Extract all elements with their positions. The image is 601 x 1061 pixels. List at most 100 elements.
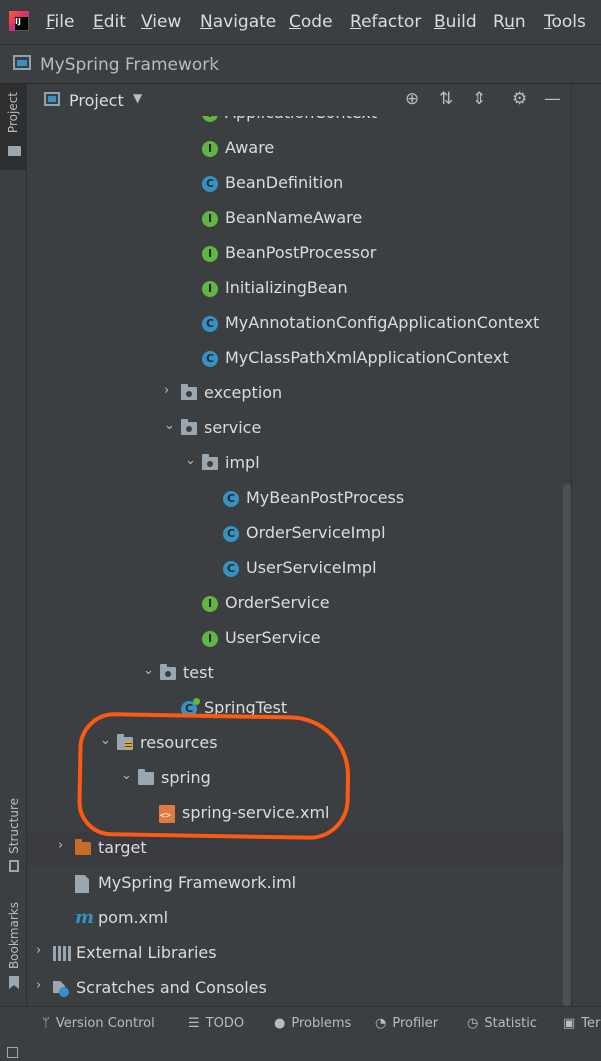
tree-item-label: impl (225, 453, 260, 472)
tree-row[interactable]: MySpring Framework.iml (27, 866, 571, 901)
tool-tab-todo[interactable]: ☰ TODO (188, 1016, 244, 1031)
collapse-all-icon[interactable]: ⇕ (472, 89, 486, 109)
project-module-icon (13, 55, 31, 70)
class-icon (202, 316, 218, 332)
tree-row[interactable]: ⌄ service (27, 411, 571, 446)
tool-tab-profiler[interactable]: ◔ Profiler (375, 1016, 438, 1031)
tree-row[interactable]: BeanPostProcessor (27, 236, 571, 271)
bookmarks-tab[interactable]: Bookmarks (7, 902, 21, 969)
tree-row[interactable]: BeanNameAware (27, 201, 571, 236)
tree-item-label: InitializingBean (225, 278, 348, 297)
hide-icon[interactable]: — (544, 89, 561, 109)
excluded-folder-icon (75, 839, 91, 855)
tree-item-label: BeanNameAware (225, 208, 363, 227)
folder-icon (8, 146, 21, 156)
menu-navigate[interactable]: Navigate (200, 12, 276, 32)
statistic-icon: ◷ (467, 1016, 479, 1031)
class-icon (202, 176, 218, 192)
package-icon (181, 419, 197, 435)
tool-tab-version-control[interactable]: ᛘ Version Control (42, 1016, 155, 1031)
package-icon (160, 664, 176, 680)
tool-tab-label: Profiler (392, 1016, 439, 1031)
tree-row[interactable]: › External Libraries (27, 936, 571, 971)
tree-item-label: OrderServiceImpl (246, 523, 386, 542)
tree-row[interactable]: MyClassPathXmlApplicationContext (27, 341, 571, 376)
maven-icon: m (75, 907, 95, 928)
project-view-icon (44, 92, 60, 106)
tree-item-label: External Libraries (76, 943, 217, 962)
terminal-icon: ▣ (563, 1016, 576, 1031)
structure-tab[interactable]: Structure (7, 798, 21, 854)
menu-run[interactable]: Run (493, 12, 526, 32)
tool-tab-statistic[interactable]: ◷ Statistic (467, 1016, 537, 1031)
chevron-right-icon[interactable]: › (36, 978, 41, 993)
tree-row[interactable]: Aware (27, 131, 571, 166)
navigation-bar: MySpring Framework › (0, 44, 601, 84)
menu-refactor[interactable]: Refactor (350, 12, 421, 32)
tree-row[interactable]: › exception (27, 376, 571, 411)
tree-row[interactable]: OrderService (27, 586, 571, 621)
tree-item-label: UserService (225, 628, 321, 647)
interface-icon (202, 141, 218, 157)
gear-icon[interactable]: ⚙ (512, 89, 527, 109)
interface-icon (202, 631, 218, 647)
menu-build[interactable]: Build (434, 12, 477, 32)
tree-row[interactable]: ApplicationContext (27, 116, 571, 131)
chevron-down-icon[interactable]: ▼ (133, 91, 142, 105)
expand-all-icon[interactable]: ⇅ (439, 89, 453, 109)
project-tool-tab[interactable]: Project (0, 84, 27, 170)
tree-row[interactable]: InitializingBean (27, 271, 571, 306)
interface-icon (202, 246, 218, 262)
package-icon (181, 384, 197, 400)
project-tree: ApplicationContext Aware BeanDefinition Bea… (27, 116, 571, 1006)
class-icon (223, 561, 239, 577)
chevron-right-icon[interactable]: › (58, 838, 63, 853)
tool-window-title[interactable]: Project (69, 91, 124, 110)
chevron-right-icon[interactable]: › (36, 943, 41, 958)
tree-row[interactable]: ⌄ test (27, 656, 571, 691)
tree-scrollbar[interactable] (563, 484, 571, 1006)
breadcrumb-project[interactable]: MySpring Framework (40, 55, 219, 75)
tool-tab-problems[interactable]: ● Problems (274, 1016, 351, 1031)
chevron-down-icon[interactable]: ⌄ (185, 453, 196, 468)
interface-icon (202, 116, 218, 122)
class-icon (223, 526, 239, 542)
class-icon (223, 491, 239, 507)
tree-item-label: service (204, 418, 262, 437)
menu-file[interactable]: File (46, 12, 74, 32)
profiler-icon: ◔ (375, 1016, 387, 1031)
menu-code[interactable]: Code (289, 12, 333, 32)
tool-tab-ter[interactable]: ▣ Ter (563, 1016, 600, 1031)
chevron-down-icon[interactable]: ⌄ (164, 418, 175, 433)
layout-icon[interactable] (7, 1047, 18, 1058)
tool-tab-label: Statistic (484, 1016, 537, 1031)
chevron-right-icon[interactable]: › (164, 383, 169, 398)
vcs-icon: ᛘ (42, 1016, 50, 1031)
tree-row[interactable]: UserService (27, 621, 571, 656)
project-tab-label: Project (6, 92, 20, 134)
structure-icon (9, 860, 19, 872)
menu-view[interactable]: View (141, 12, 181, 32)
tree-row[interactable]: BeanDefinition (27, 166, 571, 201)
tree-row[interactable]: ⌄ impl (27, 446, 571, 481)
menu-edit[interactable]: Edit (93, 12, 126, 32)
tree-row[interactable]: MyAnnotationConfigApplicationContext (27, 306, 571, 341)
tool-tab-label: TODO (205, 1016, 245, 1031)
package-icon (202, 454, 218, 470)
menu-tools[interactable]: Tools (544, 12, 586, 32)
tree-row[interactable]: MyBeanPostProcess (27, 481, 571, 516)
tree-row[interactable]: › Scratches and Consoles (27, 971, 571, 1006)
tree-row[interactable]: UserServiceImpl (27, 551, 571, 586)
tree-item-label: OrderService (225, 593, 330, 612)
interface-icon (202, 596, 218, 612)
tree-item-label: MyClassPathXmlApplicationContext (225, 348, 509, 367)
libraries-icon (53, 946, 71, 961)
tool-window-bar: ᛘ Version Control ☰ TODO ● Problems ◔ Profiler ◷… (0, 1006, 601, 1040)
chevron-down-icon[interactable]: ⌄ (143, 663, 154, 678)
highlight-annotation (76, 711, 352, 841)
todo-icon: ☰ (188, 1016, 200, 1031)
tree-row[interactable]: OrderServiceImpl (27, 516, 571, 551)
intellij-idea-icon[interactable] (9, 11, 29, 31)
tree-row[interactable]: m pom.xml (27, 901, 571, 936)
locate-file-icon[interactable]: ⊕ (405, 89, 419, 109)
